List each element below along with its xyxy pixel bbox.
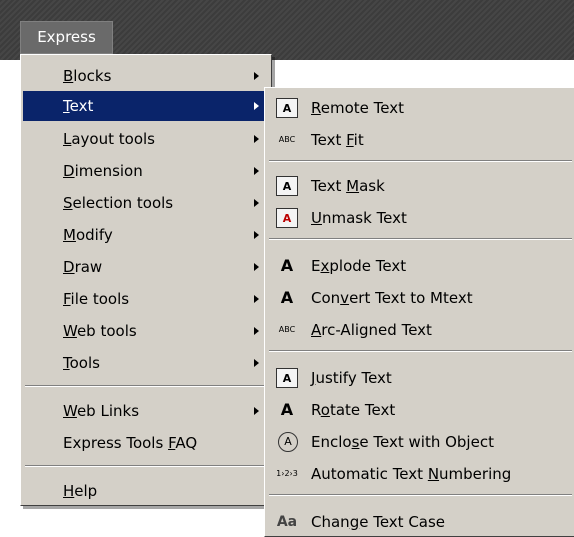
submenu-item-unmask-text[interactable]: A Unmask Text bbox=[267, 203, 574, 233]
menu-item-label: File tools bbox=[63, 290, 130, 308]
menu-item-text[interactable]: Text bbox=[23, 91, 269, 121]
menu-item-label: Tools bbox=[63, 354, 100, 372]
submenu-item-text-fit[interactable]: ABC Text Fit bbox=[267, 125, 574, 155]
submenu-item-label: Remote Text bbox=[311, 99, 404, 117]
menu-item-selection-tools[interactable]: Selection tools bbox=[23, 188, 269, 218]
text-fit-icon: ABC bbox=[278, 135, 296, 144]
remote-text-icon: A bbox=[276, 98, 298, 118]
text-mask-icon: A bbox=[276, 176, 298, 196]
explode-text-icon: A bbox=[280, 256, 294, 275]
menu-separator bbox=[269, 494, 572, 496]
menu-item-express-tools-faq[interactable]: Express Tools FAQ bbox=[23, 428, 269, 458]
rotate-text-icon: A bbox=[280, 400, 294, 419]
menu-separator bbox=[269, 160, 572, 162]
submenu-item-label: Justify Text bbox=[311, 369, 392, 387]
text-numbering-icon: 1›2›3 bbox=[276, 469, 298, 478]
submenu-item-label: Unmask Text bbox=[311, 209, 407, 227]
menu-item-web-tools[interactable]: Web tools bbox=[23, 316, 269, 346]
submenu-item-label: Convert Text to Mtext bbox=[311, 289, 473, 307]
submenu-arrow-icon bbox=[254, 231, 259, 239]
menu-item-layout-tools[interactable]: Layout tools bbox=[23, 124, 269, 154]
submenu-item-label: Text Fit bbox=[311, 131, 364, 149]
submenu-item-justify-text[interactable]: A Justify Text bbox=[267, 363, 574, 393]
submenu-arrow-icon bbox=[254, 167, 259, 175]
menu-item-label: Draw bbox=[63, 258, 103, 276]
submenu-item-label: Text Mask bbox=[311, 177, 385, 195]
menu-item-label: Express Tools FAQ bbox=[63, 434, 198, 452]
menu-item-label: Selection tools bbox=[63, 194, 174, 212]
submenu-item-rotate-text[interactable]: A Rotate Text bbox=[267, 395, 574, 425]
menu-item-file-tools[interactable]: File tools bbox=[23, 284, 269, 314]
menu-item-label: Blocks bbox=[63, 67, 112, 85]
submenu-arrow-icon bbox=[254, 327, 259, 335]
submenu-item-enclose-text[interactable]: A Enclose Text with Object bbox=[267, 427, 574, 457]
menu-separator bbox=[269, 350, 572, 352]
menu-item-label: Text bbox=[63, 97, 94, 115]
menu-item-web-links[interactable]: Web Links bbox=[23, 396, 269, 426]
menu-item-dimension[interactable]: Dimension bbox=[23, 156, 269, 186]
submenu-item-label: Explode Text bbox=[311, 257, 407, 275]
submenu-item-text-numbering[interactable]: 1›2›3 Automatic Text Numbering bbox=[267, 459, 574, 489]
menu-item-label: Layout tools bbox=[63, 130, 155, 148]
menu-express[interactable]: Express bbox=[20, 21, 113, 54]
submenu-item-arc-aligned-text[interactable]: ABC Arc-Aligned Text bbox=[267, 315, 574, 345]
menu-separator bbox=[269, 238, 572, 240]
menu-item-help[interactable]: Help bbox=[23, 476, 269, 506]
menu-item-draw[interactable]: Draw bbox=[23, 252, 269, 282]
submenu-arrow-icon bbox=[254, 199, 259, 207]
menu-item-label: Modify bbox=[63, 226, 113, 244]
menu-item-blocks[interactable]: Blocks bbox=[23, 61, 269, 91]
menu-item-label: Web tools bbox=[63, 322, 137, 340]
text-submenu: A Remote Text ABC Text Fit A Text Mask A… bbox=[264, 87, 574, 537]
menu-separator bbox=[25, 385, 267, 387]
justify-text-icon: A bbox=[276, 368, 298, 388]
menu-separator bbox=[25, 465, 267, 467]
submenu-item-label: Enclose Text with Object bbox=[311, 433, 494, 451]
arc-aligned-text-icon: ABC bbox=[278, 325, 296, 334]
menu-item-modify[interactable]: Modify bbox=[23, 220, 269, 250]
menu-item-label: Dimension bbox=[63, 162, 143, 180]
menu-item-label: Web Links bbox=[63, 402, 140, 420]
menu-bar: Express bbox=[0, 0, 574, 60]
submenu-item-convert-text[interactable]: A Convert Text to Mtext bbox=[267, 283, 574, 313]
unmask-text-icon: A bbox=[276, 208, 298, 228]
submenu-item-text-mask[interactable]: A Text Mask bbox=[267, 171, 574, 201]
submenu-item-remote-text[interactable]: A Remote Text bbox=[267, 93, 574, 123]
submenu-item-label: Rotate Text bbox=[311, 401, 396, 419]
submenu-item-explode-text[interactable]: A Explode Text bbox=[267, 251, 574, 281]
menu-item-label: Help bbox=[63, 482, 98, 500]
enclose-text-icon: A bbox=[278, 432, 298, 452]
menu-item-tools[interactable]: Tools bbox=[23, 348, 269, 378]
submenu-item-label: Arc-Aligned Text bbox=[311, 321, 432, 339]
submenu-item-label: Automatic Text Numbering bbox=[311, 465, 512, 483]
submenu-arrow-icon bbox=[254, 72, 259, 80]
submenu-arrow-icon bbox=[254, 295, 259, 303]
submenu-arrow-icon bbox=[254, 102, 259, 110]
submenu-arrow-icon bbox=[254, 359, 259, 367]
submenu-arrow-icon bbox=[254, 263, 259, 271]
submenu-arrow-icon bbox=[254, 407, 259, 415]
convert-text-icon: A bbox=[280, 288, 294, 307]
express-menu: Blocks Text Layout tools Dimension Selec… bbox=[20, 54, 272, 506]
change-case-icon: Aa bbox=[276, 514, 298, 530]
submenu-arrow-icon bbox=[254, 135, 259, 143]
